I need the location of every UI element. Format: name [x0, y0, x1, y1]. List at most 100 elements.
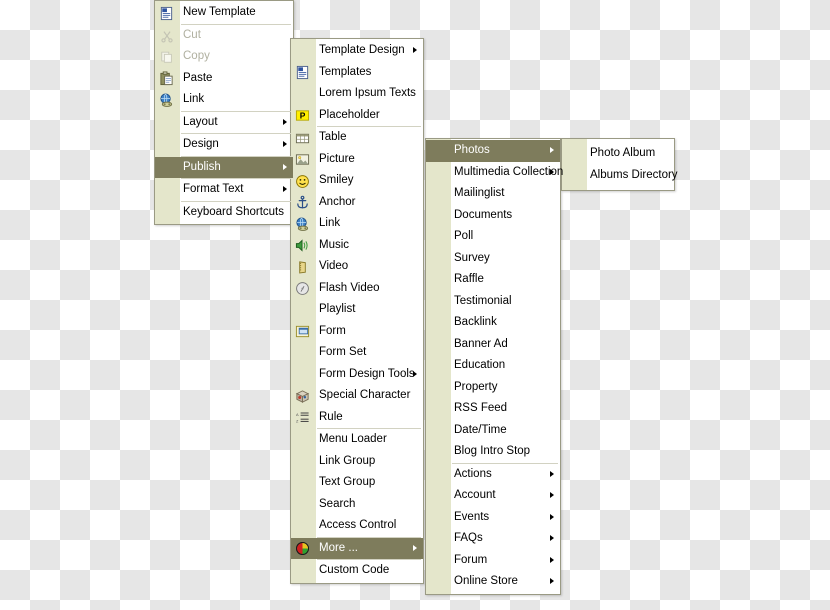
chevron-right-icon — [550, 168, 554, 175]
chevron-right-icon — [283, 141, 287, 148]
menu-item-label: Account — [454, 489, 496, 501]
menu-item-faqs[interactable]: FAQs — [426, 528, 560, 550]
menu-item-label: Copy — [183, 50, 210, 62]
menu-item-label: Video — [319, 260, 349, 272]
menu-item-anchor[interactable]: Anchor — [291, 192, 423, 214]
menu-item-label: Banner Ad — [454, 337, 508, 350]
menu-item-custom-code[interactable]: Custom Code — [291, 560, 423, 582]
clipboard-icon — [158, 70, 175, 87]
menu-item-label: Layout — [183, 115, 218, 128]
menu-item-events[interactable]: Events — [426, 507, 560, 529]
menu-item-label: Form — [319, 324, 346, 337]
menu-item-rule[interactable]: AZ Rule — [291, 407, 423, 429]
menu-item-banner-ad[interactable]: Banner Ad — [426, 334, 560, 356]
template-document-icon — [158, 5, 175, 22]
table-icon — [294, 130, 311, 147]
menu-item-publish[interactable]: Publish — [155, 156, 293, 178]
menu-item-date-time[interactable]: Date/Time — [426, 420, 560, 442]
menu-item-paste[interactable]: Paste — [155, 68, 293, 90]
menu-item-label: Lorem Ipsum Texts — [319, 87, 416, 99]
menu-item-actions[interactable]: Actions — [426, 464, 560, 486]
menu-item-label: Music — [319, 238, 350, 251]
menu-item-account[interactable]: Account — [426, 485, 560, 507]
menu-item-playlist[interactable]: Playlist — [291, 299, 423, 321]
menu-item-link-group[interactable]: Link Group — [291, 451, 423, 473]
publish-submenu[interactable]: Template Design Templates Lorem Ipsum Te… — [290, 38, 424, 584]
menu-item-templates[interactable]: Templates — [291, 62, 423, 84]
menu-item-photos[interactable]: Photos — [426, 140, 560, 162]
menu-item-forum[interactable]: Forum — [426, 550, 560, 572]
menu-item-albums-directory[interactable]: Albums Directory — [562, 165, 678, 187]
menu-item-multimedia-collection[interactable]: Multimedia Collection — [426, 162, 564, 184]
menu-item-photo-album[interactable]: Photo Album — [562, 143, 674, 165]
more-submenu[interactable]: Photos Multimedia Collection Mailinglist… — [425, 138, 564, 595]
menu-item-documents[interactable]: Documents — [426, 205, 560, 227]
menu-item-table[interactable]: Table — [291, 127, 423, 149]
menu-item-flash-video[interactable]: Flash Video — [291, 278, 423, 300]
menu-item-label: Playlist — [319, 303, 356, 315]
menu-item-raffle[interactable]: Raffle — [426, 269, 560, 291]
menu-item-backlink[interactable]: Backlink — [426, 312, 560, 334]
menu-item-mailinglist[interactable]: Mailinglist — [426, 183, 560, 205]
menu-item-label: Form Set — [319, 346, 367, 358]
form-icon — [294, 323, 311, 340]
menu-item-label: Format Text — [183, 183, 244, 195]
chevron-right-icon — [550, 147, 554, 154]
menu-item-rss-feed[interactable]: RSS Feed — [426, 398, 560, 420]
menu-item-access-control[interactable]: Access Control — [291, 515, 423, 537]
menu-item-survey[interactable]: Survey — [426, 248, 560, 270]
picture-icon — [294, 151, 311, 168]
menu-item-text-group[interactable]: Text Group — [291, 472, 423, 494]
menu-item-label: Albums Directory — [590, 168, 678, 181]
menu-item-design[interactable]: Design — [155, 134, 293, 156]
menu-item-form[interactable]: Form — [291, 321, 423, 343]
menu-item-property[interactable]: Property — [426, 377, 560, 399]
root-context-menu[interactable]: New Template Cut Copy Paste Link Layout … — [154, 0, 294, 225]
menu-item-education[interactable]: Education — [426, 355, 560, 377]
menu-item-testimonial[interactable]: Testimonial — [426, 291, 560, 313]
publish-menu-items: Template Design Templates Lorem Ipsum Te… — [291, 40, 423, 582]
menu-item-lorem-ipsum-texts[interactable]: Lorem Ipsum Texts — [291, 83, 423, 105]
menu-item-link[interactable]: Link — [155, 89, 293, 111]
flash-video-icon — [294, 280, 311, 297]
anchor-icon — [294, 194, 311, 211]
menu-item-label: Multimedia Collection — [454, 165, 564, 178]
menu-item-smiley[interactable]: Smiley — [291, 170, 423, 192]
menu-item-music[interactable]: Music — [291, 235, 423, 257]
root-menu-items: New Template Cut Copy Paste Link Layout … — [155, 2, 293, 223]
menu-item-form-design-tools[interactable]: Form Design Tools — [291, 364, 423, 386]
menu-item-special-character[interactable]: Special Character — [291, 385, 423, 407]
menu-item-form-set[interactable]: Form Set — [291, 342, 423, 364]
svg-text:P: P — [300, 111, 306, 121]
menu-item-layout[interactable]: Layout — [155, 112, 293, 134]
menu-item-more[interactable]: More ... — [291, 537, 423, 559]
photos-submenu[interactable]: Photo Album Albums Directory — [561, 138, 678, 191]
menu-item-video[interactable]: Video — [291, 256, 423, 278]
chevron-right-icon — [550, 513, 554, 520]
menu-item-poll[interactable]: Poll — [426, 226, 560, 248]
menu-item-picture[interactable]: Picture — [291, 149, 423, 171]
chevron-right-icon — [550, 470, 554, 477]
menu-item-label: Education — [454, 359, 506, 371]
menu-item-menu-loader[interactable]: Menu Loader — [291, 429, 423, 451]
menu-item-label: Date/Time — [454, 423, 507, 436]
menu-item-new-template[interactable]: New Template — [155, 2, 293, 24]
menu-item-template-design[interactable]: Template Design — [291, 40, 423, 62]
template-document-icon — [294, 64, 311, 81]
menu-item-label: Poll — [454, 230, 474, 242]
chevron-right-icon — [413, 370, 417, 377]
menu-item-online-store[interactable]: Online Store — [426, 571, 560, 593]
menu-item-label: Mailinglist — [454, 187, 505, 199]
menu-item-placeholder[interactable]: P Placeholder — [291, 105, 423, 127]
menu-item-format-text[interactable]: Format Text — [155, 179, 293, 201]
menu-item-label: Access Control — [319, 519, 397, 531]
chevron-right-icon — [283, 186, 287, 193]
menu-item-link[interactable]: Link — [291, 213, 423, 235]
menu-item-keyboard-shortcuts[interactable]: Keyboard Shortcuts — [155, 202, 293, 224]
menu-item-label: Placeholder — [319, 108, 380, 121]
menu-item-label: Menu Loader — [319, 433, 387, 445]
placeholder-p-icon: P — [294, 107, 311, 124]
menu-item-blog-intro-stop[interactable]: Blog Intro Stop — [426, 441, 560, 463]
chevron-right-icon — [550, 578, 554, 585]
menu-item-search[interactable]: Search — [291, 494, 423, 516]
